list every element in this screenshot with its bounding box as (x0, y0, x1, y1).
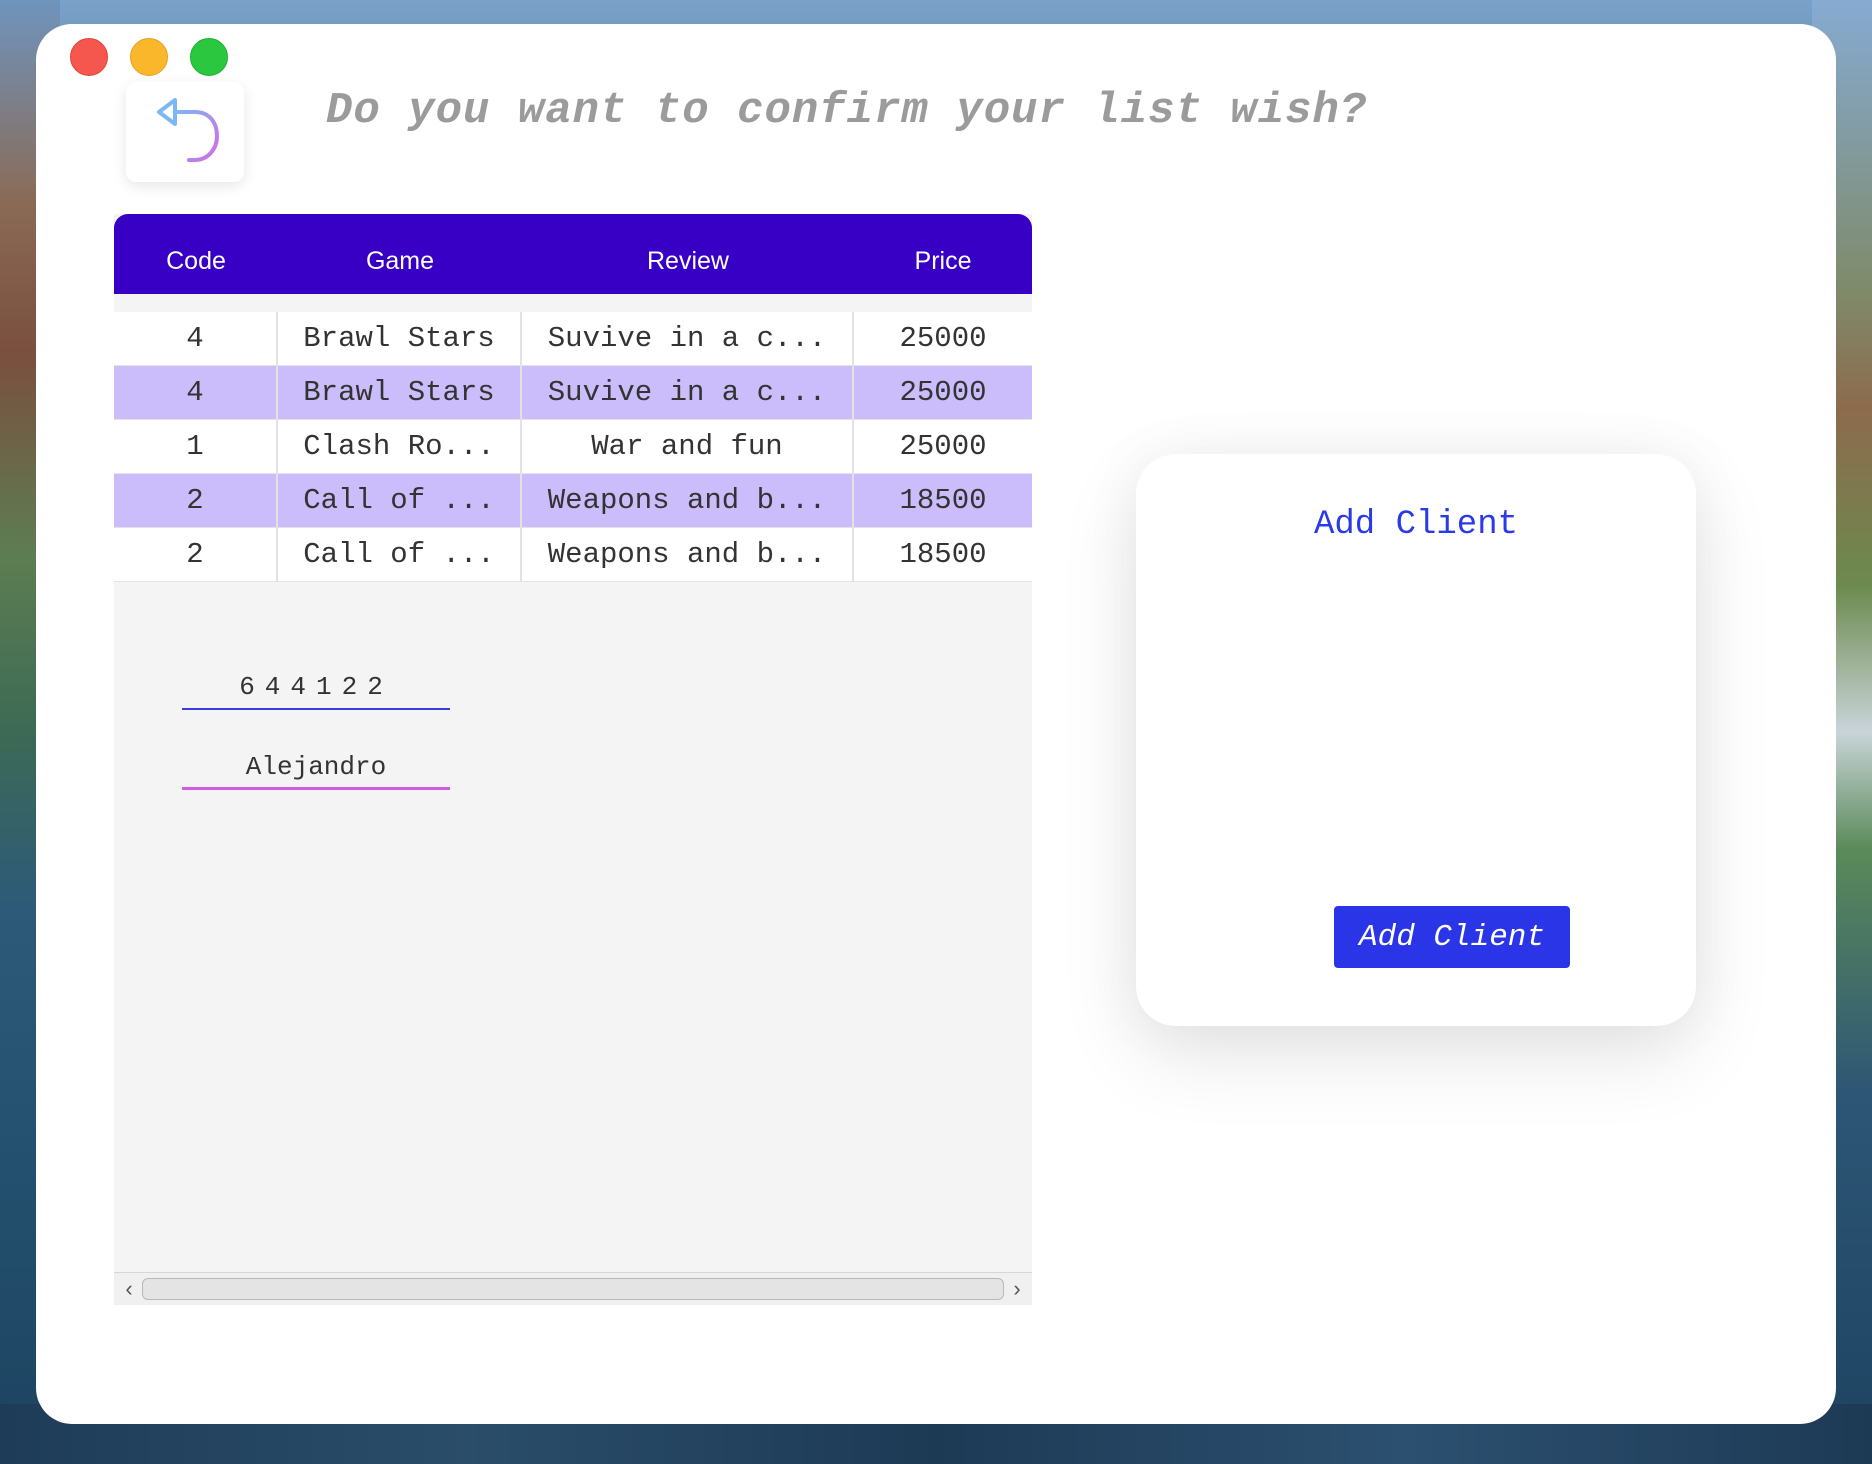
cell-review: Weapons and b... (522, 474, 854, 527)
cell-code: 4 (114, 366, 278, 419)
add-client-title: Add Client (1313, 506, 1519, 544)
table-row[interactable]: 4 Brawl Stars Suvive in a c... 25000 (114, 312, 1032, 366)
undo-arrow-icon (157, 98, 220, 162)
horizontal-scrollbar[interactable]: ‹ › (114, 1272, 1032, 1305)
cell-game: Call of ... (278, 528, 522, 581)
client-id-input[interactable] (182, 666, 450, 710)
chevron-right-icon[interactable]: › (1004, 1273, 1030, 1305)
table-header: Code Game Review Price (114, 214, 1032, 294)
column-header-game[interactable]: Game (278, 233, 522, 276)
close-window-button[interactable] (70, 38, 108, 76)
chevron-left-icon[interactable]: ‹ (116, 1273, 142, 1305)
client-name-input[interactable] (182, 746, 450, 790)
back-button[interactable] (126, 82, 244, 182)
cell-price: 25000 (899, 376, 987, 409)
table-row[interactable]: 2 Call of ... Weapons and b... 18500 (114, 528, 1032, 582)
cell-review: War and fun (522, 420, 854, 473)
cell-code: 1 (114, 420, 278, 473)
column-header-review[interactable]: Review (522, 233, 854, 276)
cell-code: 2 (114, 528, 278, 581)
cell-price: 25000 (899, 322, 987, 355)
cell-price: 25000 (899, 430, 987, 463)
maximize-window-button[interactable] (190, 38, 228, 76)
column-header-code[interactable]: Code (114, 233, 278, 276)
cell-code: 4 (114, 312, 278, 365)
table-row[interactable]: 4 Brawl Stars Suvive in a c... 25000 (114, 366, 1032, 420)
scrollbar-thumb[interactable] (142, 1278, 1004, 1300)
cell-review: Suvive in a c... (522, 312, 854, 365)
column-header-price[interactable]: Price (854, 233, 1032, 276)
cell-review: Suvive in a c... (522, 366, 854, 419)
table-row[interactable]: 2 Call of ... Weapons and b... 18500 (114, 474, 1032, 528)
cell-game: Call of ... (278, 474, 522, 527)
minimize-window-button[interactable] (130, 38, 168, 76)
cell-review: Weapons and b... (522, 528, 854, 581)
cell-price: 18500 (899, 538, 987, 571)
cell-game: Brawl Stars (278, 366, 522, 419)
cell-price: 18500 (899, 484, 987, 517)
cell-game: Brawl Stars (278, 312, 522, 365)
app-window: Do you want to confirm your list wish? C… (36, 24, 1836, 1424)
table-body: 4 Brawl Stars Suvive in a c... 25000 4 B… (114, 312, 1032, 582)
table-row[interactable]: 1 Clash Ro... War and fun 25000 (114, 420, 1032, 474)
cell-game: Clash Ro... (278, 420, 522, 473)
add-client-button[interactable]: Add Client (1334, 906, 1570, 968)
page-title: Do you want to confirm your list wish? (326, 86, 1368, 136)
cell-code: 2 (114, 474, 278, 527)
